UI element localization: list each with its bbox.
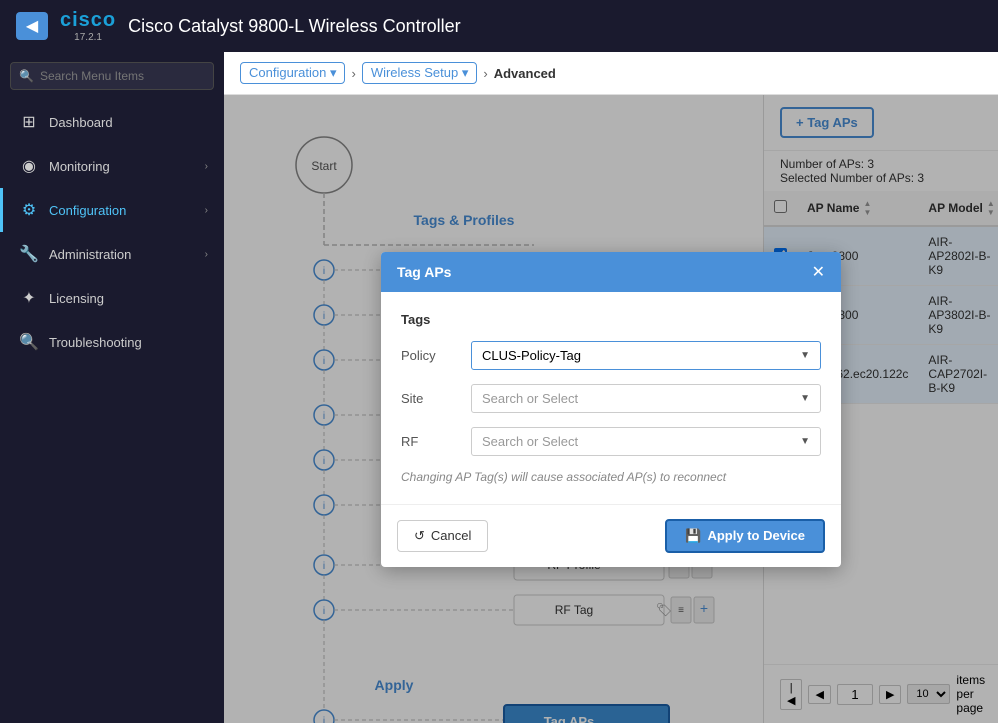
apply-label: Apply to Device (707, 528, 805, 543)
modal-title: Tag APs (397, 264, 451, 280)
sidebar-item-label: Dashboard (49, 115, 208, 130)
sidebar-item-troubleshooting[interactable]: 🔍 Troubleshooting (0, 320, 224, 364)
chevron-down-icon: ▼ (800, 350, 810, 361)
rf-placeholder: Search or Select (482, 434, 578, 449)
modal-overlay: Tag APs ✕ Tags Policy CLUS-Policy-Tag ▼ (224, 95, 998, 723)
policy-label: Policy (401, 348, 461, 363)
sidebar-item-label: Administration (49, 247, 195, 262)
search-box[interactable]: 🔍 (10, 62, 214, 90)
sidebar-item-dashboard[interactable]: ⊞ Dashboard (0, 100, 224, 144)
chevron-down-icon: ▼ (800, 393, 810, 404)
sidebar-item-label: Troubleshooting (49, 335, 208, 350)
cancel-label: Cancel (431, 528, 471, 543)
back-button[interactable]: ◀ (16, 12, 48, 40)
tag-aps-modal: Tag APs ✕ Tags Policy CLUS-Policy-Tag ▼ (381, 252, 841, 567)
search-icon: 🔍 (19, 69, 34, 83)
rf-dropdown[interactable]: Search or Select ▼ (471, 427, 821, 456)
breadcrumb-configuration[interactable]: Configuration ▾ (240, 62, 345, 84)
modal-body: Tags Policy CLUS-Policy-Tag ▼ Site Searc (381, 292, 841, 504)
monitoring-icon: ◉ (19, 156, 39, 176)
site-placeholder: Search or Select (482, 391, 578, 406)
content-area: Configuration ▾ › Wireless Setup ▾ › Adv… (224, 52, 998, 723)
app-title: Cisco Catalyst 9800-L Wireless Controlle… (128, 16, 460, 37)
sidebar-item-label: Monitoring (49, 159, 195, 174)
troubleshooting-icon: 🔍 (19, 332, 39, 352)
breadcrumb: Configuration ▾ › Wireless Setup ▾ › Adv… (224, 52, 998, 95)
breadcrumb-advanced: Advanced (494, 66, 556, 81)
save-icon: 💾 (685, 528, 701, 544)
cancel-button[interactable]: ↺ Cancel (397, 520, 488, 552)
form-row-policy: Policy CLUS-Policy-Tag ▼ (401, 341, 821, 370)
administration-icon: 🔧 (19, 244, 39, 264)
chevron-right-icon: › (205, 161, 208, 172)
rf-label: RF (401, 434, 461, 449)
top-header: ◀ cisco 17.2.1 Cisco Catalyst 9800-L Wir… (0, 0, 998, 52)
warning-text: Changing AP Tag(s) will cause associated… (401, 470, 821, 484)
version-label: 17.2.1 (74, 32, 102, 43)
sidebar-item-licensing[interactable]: ✦ Licensing (0, 276, 224, 320)
sidebar-item-label: Licensing (49, 291, 208, 306)
policy-value: CLUS-Policy-Tag (482, 348, 581, 363)
sidebar-item-monitoring[interactable]: ◉ Monitoring › (0, 144, 224, 188)
configuration-icon: ⚙ (19, 200, 39, 220)
chevron-down-icon: ▼ (800, 436, 810, 447)
breadcrumb-wireless-setup[interactable]: Wireless Setup ▾ (362, 62, 478, 84)
chevron-right-icon: › (205, 249, 208, 260)
apply-to-device-button[interactable]: 💾 Apply to Device (665, 519, 825, 553)
modal-close-button[interactable]: ✕ (812, 262, 825, 282)
refresh-icon: ↺ (414, 528, 425, 544)
sidebar-item-configuration[interactable]: ⚙ Configuration › (0, 188, 224, 232)
form-row-rf: RF Search or Select ▼ (401, 427, 821, 456)
breadcrumb-sep-2: › (483, 66, 487, 81)
site-dropdown[interactable]: Search or Select ▼ (471, 384, 821, 413)
sidebar: 🔍 ⊞ Dashboard ◉ Monitoring › ⚙ Configura… (0, 52, 224, 723)
search-input[interactable] (40, 69, 205, 83)
main-content: ◀ Start Tags & Profiles i (224, 95, 998, 723)
breadcrumb-sep-1: › (351, 66, 355, 81)
licensing-icon: ✦ (19, 288, 39, 308)
dashboard-icon: ⊞ (19, 112, 39, 132)
modal-header: Tag APs ✕ (381, 252, 841, 292)
form-row-site: Site Search or Select ▼ (401, 384, 821, 413)
modal-footer: ↺ Cancel 💾 Apply to Device (381, 504, 841, 567)
policy-dropdown[interactable]: CLUS-Policy-Tag ▼ (471, 341, 821, 370)
sidebar-item-administration[interactable]: 🔧 Administration › (0, 232, 224, 276)
chevron-right-icon: › (205, 205, 208, 216)
site-label: Site (401, 391, 461, 406)
modal-section-label: Tags (401, 312, 821, 327)
cisco-logo-text: cisco (60, 9, 116, 32)
cisco-logo: cisco 17.2.1 (60, 9, 116, 43)
sidebar-item-label: Configuration (49, 203, 195, 218)
